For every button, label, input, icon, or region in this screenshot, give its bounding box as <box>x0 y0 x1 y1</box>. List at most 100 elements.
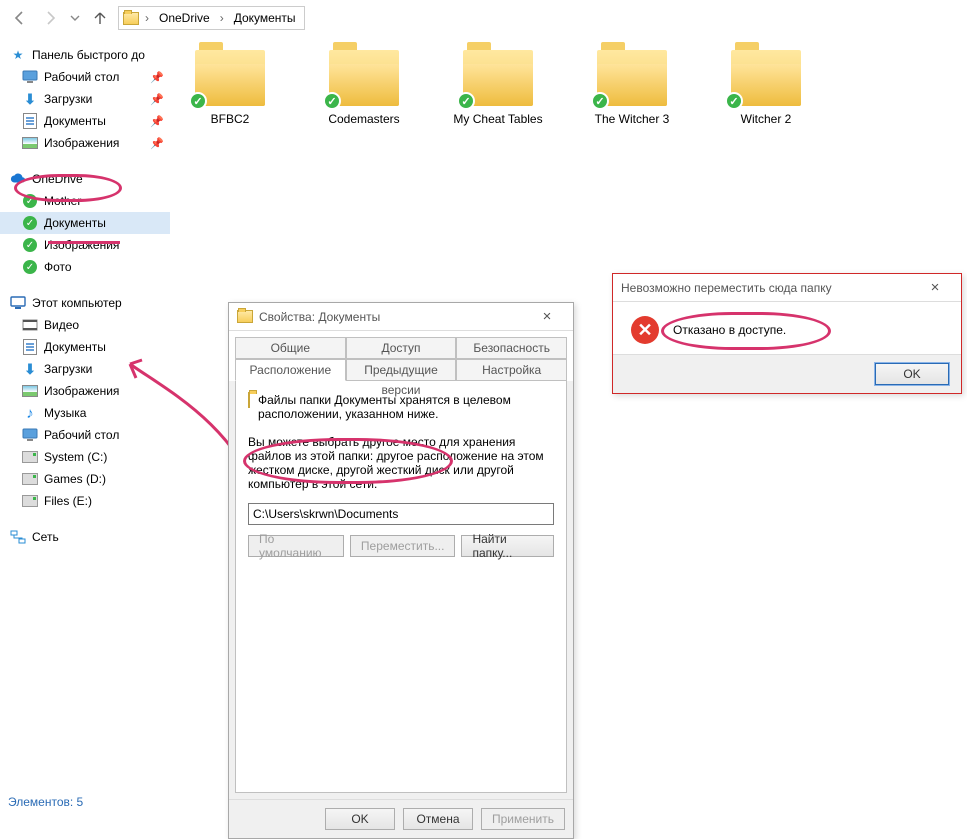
ok-button[interactable]: OK <box>875 363 949 385</box>
star-icon: ★ <box>10 47 26 63</box>
item-label: Документы <box>44 340 106 354</box>
pin-icon: 📌 <box>150 71 164 84</box>
breadcrumb-segment[interactable]: OneDrive <box>155 9 214 27</box>
error-body: ✕ Отказано в доступе. <box>613 302 961 354</box>
location-description-2: Вы можете выбрать другое место для хране… <box>248 435 554 491</box>
item-icon <box>22 383 38 399</box>
tab-customize[interactable]: Настройка <box>456 359 567 381</box>
dialog-footer: OK <box>613 354 961 393</box>
this-pc-header[interactable]: Этот компьютер <box>0 292 170 314</box>
folder-item[interactable]: ✓ The Witcher 3 <box>586 50 678 126</box>
sync-icon: ✓ <box>22 215 38 231</box>
folder-item[interactable]: ✓ My Cheat Tables <box>452 50 544 126</box>
this-pc-item[interactable]: Документы <box>0 336 170 358</box>
location-path-input[interactable] <box>248 503 554 525</box>
tab-location[interactable]: Расположение <box>235 359 346 381</box>
item-label: Изображения <box>44 384 119 398</box>
status-bar: Элементов: 5 <box>0 791 91 813</box>
dialog-titlebar[interactable]: Свойства: Документы × <box>229 303 573 331</box>
onedrive-item[interactable]: ✓ Изображения <box>0 234 170 256</box>
item-label: Видео <box>44 318 79 332</box>
item-label: Games (D:) <box>44 472 106 486</box>
network-header[interactable]: Сеть <box>0 526 170 548</box>
quick-access-item[interactable]: ⬇ Загрузки 📌 <box>0 88 170 110</box>
item-label: Изображения <box>44 136 119 150</box>
error-icon: ✕ <box>631 316 659 344</box>
quick-access-item[interactable]: Рабочий стол 📌 <box>0 66 170 88</box>
item-icon: ⬇ <box>22 91 38 107</box>
folder-label: Witcher 2 <box>720 112 812 126</box>
folder-icon: ✓ <box>329 50 399 106</box>
item-icon <box>22 135 38 151</box>
folder-icon: ✓ <box>731 50 801 106</box>
item-label: System (C:) <box>44 450 107 464</box>
item-label: Mother <box>44 194 81 208</box>
item-label: Рабочий стол <box>44 428 119 442</box>
tab-sharing[interactable]: Доступ <box>346 337 457 359</box>
onedrive-item[interactable]: ✓ Mother <box>0 190 170 212</box>
this-pc-item[interactable]: Видео <box>0 314 170 336</box>
find-target-button[interactable]: Найти папку... <box>461 535 554 557</box>
onedrive-header[interactable]: OneDrive <box>0 168 170 190</box>
breadcrumb-segment[interactable]: Документы <box>230 9 300 27</box>
tab-security[interactable]: Безопасность <box>456 337 567 359</box>
item-label: Фото <box>44 260 72 274</box>
item-icon <box>22 427 38 443</box>
onedrive-item[interactable]: ✓ Документы <box>0 212 170 234</box>
nav-back-button[interactable] <box>8 6 32 30</box>
folder-icon <box>248 392 250 408</box>
ok-button[interactable]: OK <box>325 808 395 830</box>
this-pc-item[interactable]: ⬇ Загрузки <box>0 358 170 380</box>
sync-icon: ✓ <box>22 193 38 209</box>
dialog-title: Свойства: Документы <box>259 310 380 324</box>
this-pc-item[interactable]: Files (E:) <box>0 490 170 512</box>
restore-default-button[interactable]: По умолчанию <box>248 535 344 557</box>
item-icon: ⬇ <box>22 361 38 377</box>
folder-item[interactable]: ✓ Codemasters <box>318 50 410 126</box>
quick-access-header[interactable]: ★ Панель быстрого до <box>0 44 170 66</box>
nav-up-button[interactable] <box>88 6 112 30</box>
item-label: Документы <box>44 114 106 128</box>
folder-icon: ✓ <box>463 50 533 106</box>
this-pc-label: Этот компьютер <box>32 296 122 310</box>
this-pc-item[interactable]: System (C:) <box>0 446 170 468</box>
this-pc-item[interactable]: Изображения <box>0 380 170 402</box>
close-button[interactable]: × <box>529 308 565 325</box>
sync-badge-icon: ✓ <box>189 92 207 110</box>
onedrive-item[interactable]: ✓ Фото <box>0 256 170 278</box>
item-icon <box>22 317 38 333</box>
item-icon <box>22 471 38 487</box>
pc-icon <box>10 295 26 311</box>
item-label: Музыка <box>44 406 86 420</box>
folder-item[interactable]: ✓ BFBC2 <box>184 50 276 126</box>
dialog-title: Невозможно переместить сюда папку <box>621 281 832 295</box>
dialog-footer: OK Отмена Применить <box>229 799 573 838</box>
item-label: Рабочий стол <box>44 70 119 84</box>
this-pc-item[interactable]: Games (D:) <box>0 468 170 490</box>
quick-access-item[interactable]: Изображения 📌 <box>0 132 170 154</box>
move-button[interactable]: Переместить... <box>350 535 456 557</box>
apply-button[interactable]: Применить <box>481 808 565 830</box>
folder-icon <box>123 12 139 25</box>
folder-label: The Witcher 3 <box>586 112 678 126</box>
nav-forward-button[interactable] <box>38 6 62 30</box>
this-pc-item[interactable]: Рабочий стол <box>0 424 170 446</box>
folder-icon: ✓ <box>597 50 667 106</box>
item-label: Files (E:) <box>44 494 92 508</box>
folder-item[interactable]: ✓ Witcher 2 <box>720 50 812 126</box>
item-label: Документы <box>44 216 106 230</box>
nav-recent-dropdown[interactable] <box>68 6 82 30</box>
breadcrumb[interactable]: › OneDrive › Документы <box>118 6 305 30</box>
tab-general[interactable]: Общие <box>235 337 346 359</box>
sync-badge-icon: ✓ <box>725 92 743 110</box>
quick-access-item[interactable]: Документы 📌 <box>0 110 170 132</box>
cancel-button[interactable]: Отмена <box>403 808 473 830</box>
item-icon: ♪ <box>22 405 38 421</box>
sync-badge-icon: ✓ <box>591 92 609 110</box>
dialog-titlebar[interactable]: Невозможно переместить сюда папку × <box>613 274 961 302</box>
close-button[interactable]: × <box>917 279 953 296</box>
address-bar: › OneDrive › Документы <box>0 0 967 36</box>
item-icon <box>22 113 38 129</box>
this-pc-item[interactable]: ♪ Музыка <box>0 402 170 424</box>
tab-previous-versions[interactable]: Предыдущие версии <box>346 359 457 381</box>
